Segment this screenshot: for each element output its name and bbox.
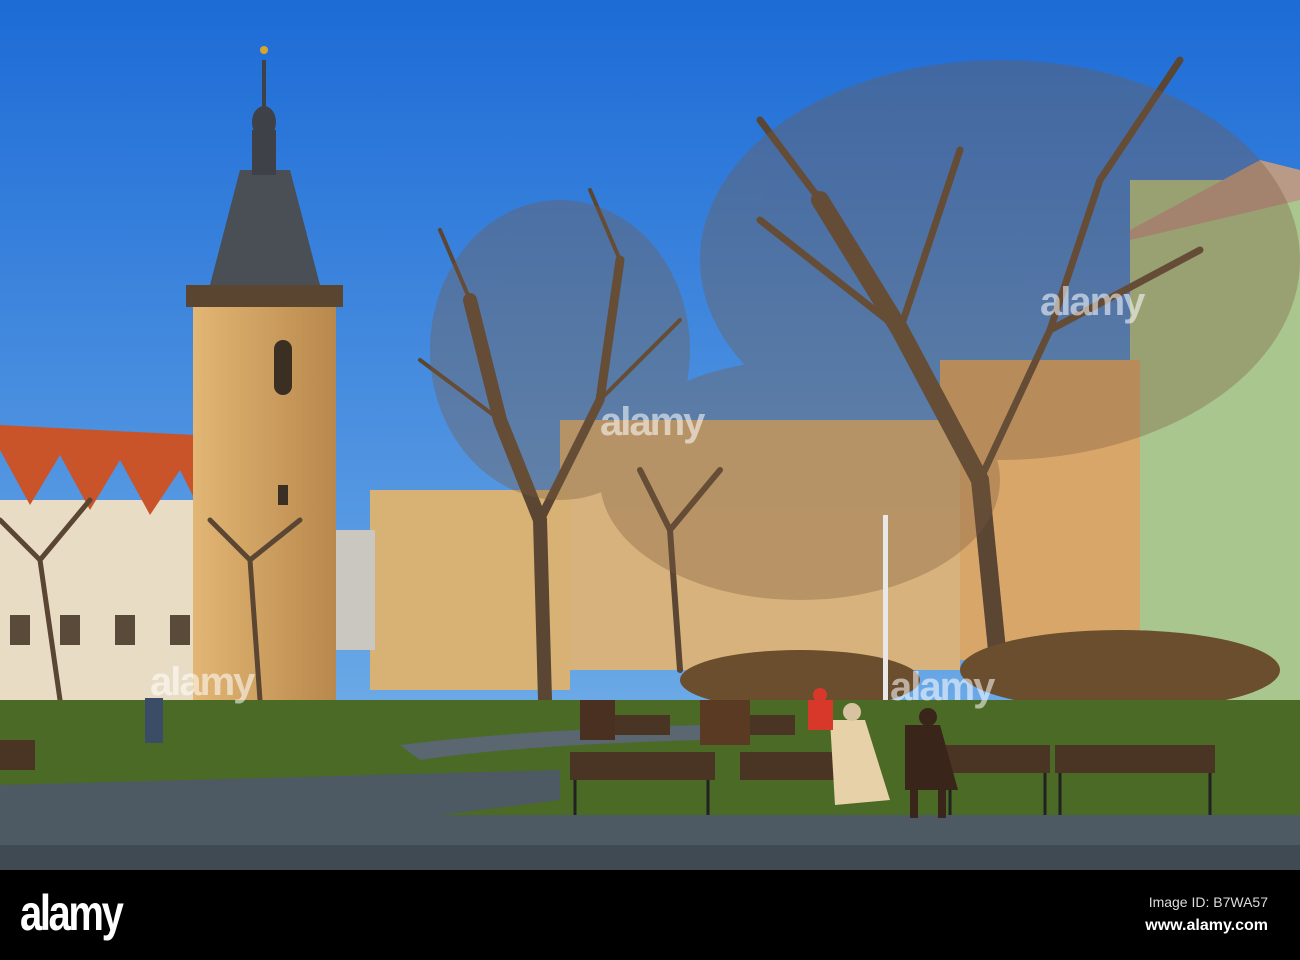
watermark: alamy (150, 660, 255, 704)
stock-photo: alamy alamy alamy alamy alamy Image ID: … (0, 0, 1300, 960)
alamy-logo: alamy (20, 885, 124, 941)
street-lamp (883, 515, 888, 715)
watermark: alamy (890, 665, 995, 709)
curb (0, 845, 1300, 870)
footer-bar: alamy Image ID: B7WA57 www.alamy.com (0, 870, 1300, 960)
site-url: www.alamy.com (1145, 917, 1268, 934)
watermark: alamy (600, 400, 705, 444)
watermark: alamy (1040, 280, 1145, 324)
town-hall (0, 425, 215, 700)
image-id: Image ID: B7WA57 (1148, 894, 1268, 910)
